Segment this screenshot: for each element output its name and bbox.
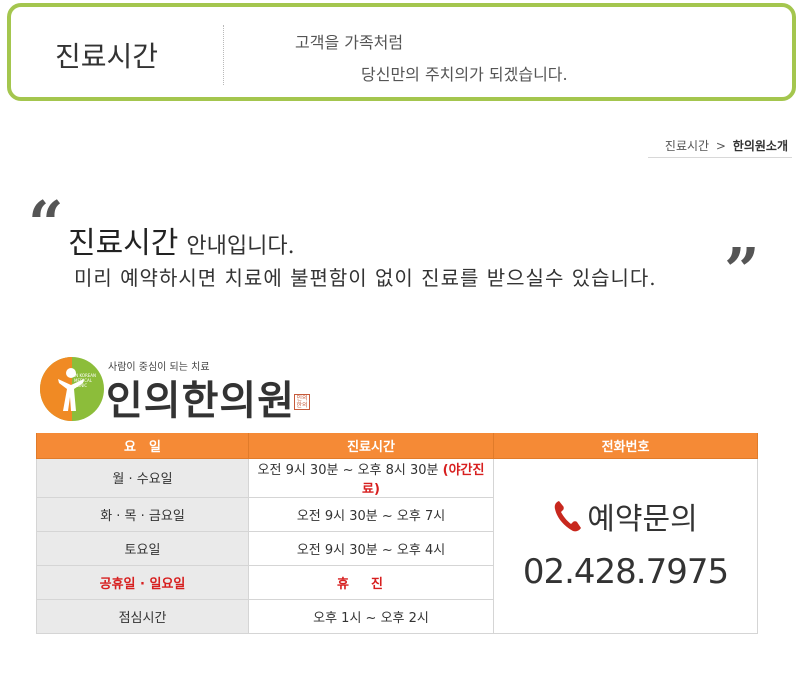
table-row: 월 · 수요일 오전 9시 30분 ~ 오후 8시 30분 (야간진료) 예약문… xyxy=(36,457,758,634)
row-time: 오전 9시 30분 ~ 오후 7시 xyxy=(248,496,494,532)
row-time: 오전 9시 30분 ~ 오후 8시 30분 (야간진료) xyxy=(248,457,494,498)
reserve-inquiry[interactable]: 예약문의 xyxy=(494,494,757,538)
row-day: 점심시간 xyxy=(36,598,249,634)
header-hours: 진료시간 xyxy=(248,433,494,459)
breadcrumb-item-hours[interactable]: 진료시간 xyxy=(665,139,709,153)
row-day: 토요일 xyxy=(36,530,249,566)
header-phone: 전화번호 xyxy=(493,433,758,459)
row-day: 화 · 목 · 금요일 xyxy=(36,496,249,532)
intro-subtext: 미리 예약하시면 치료에 불편함이 없이 진료를 받으실수 있습니다. xyxy=(74,266,657,290)
row-day: 월 · 수요일 xyxy=(36,457,249,498)
close-quote-icon: ” xyxy=(724,234,760,307)
row-time-text: 오전 9시 30분 ~ 오후 8시 30분 xyxy=(257,462,439,478)
breadcrumb-separator: > xyxy=(715,139,726,153)
breadcrumb: 진료시간 > 한의원소개 xyxy=(665,137,788,154)
slogan-line-2: 당신만의 주치의가 되겠습니다. xyxy=(361,65,568,84)
clinic-logo: IN KOREAN MEDICAL CLINIC 사람이 중심이 되는 치료 인… xyxy=(40,354,320,424)
page-title: 진료시간 xyxy=(55,40,159,73)
phone-number[interactable]: 02.428.7975 xyxy=(494,552,757,592)
logo-emblem-icon: IN KOREAN MEDICAL CLINIC xyxy=(40,357,104,421)
row-time: 오후 1시 ~ 오후 2시 xyxy=(248,598,494,634)
logo-small-text: IN KOREAN MEDICAL CLINIC xyxy=(74,373,97,388)
closed-label: 휴진 xyxy=(337,576,405,592)
header-day: 요 일 xyxy=(36,433,249,459)
table-header-row: 요 일 진료시간 전화번호 xyxy=(36,433,758,459)
phone-cell: 예약문의 02.428.7975 xyxy=(493,457,758,634)
logo-name: 인의한의원 xyxy=(106,378,295,424)
intro-rest: 안내입니다. xyxy=(186,234,295,259)
breadcrumb-item-clinic[interactable]: 한의원소개 xyxy=(733,139,788,153)
phone-icon xyxy=(555,500,582,531)
breadcrumb-underline xyxy=(648,157,792,158)
reserve-label: 예약문의 xyxy=(587,501,698,537)
hours-table: 요 일 진료시간 전화번호 월 · 수요일 오전 9시 30분 ~ 오후 8시 … xyxy=(36,433,758,634)
logo-seal: 인의 한의 xyxy=(294,394,310,410)
row-time-holiday: 휴진 xyxy=(248,564,494,600)
open-quote-icon: “ xyxy=(28,187,64,260)
header-divider xyxy=(223,25,224,85)
row-time: 오전 9시 30분 ~ 오후 4시 xyxy=(248,530,494,566)
header-box: 진료시간 고객을 가족처럼 당신만의 주치의가 되겠습니다. xyxy=(7,3,796,101)
intro-heading: 진료시간 안내입니다. xyxy=(68,218,295,262)
slogan-line-1: 고객을 가족처럼 xyxy=(295,33,404,52)
row-day-holiday: 공휴일 · 일요일 xyxy=(36,564,249,600)
intro-strong: 진료시간 xyxy=(68,226,179,261)
